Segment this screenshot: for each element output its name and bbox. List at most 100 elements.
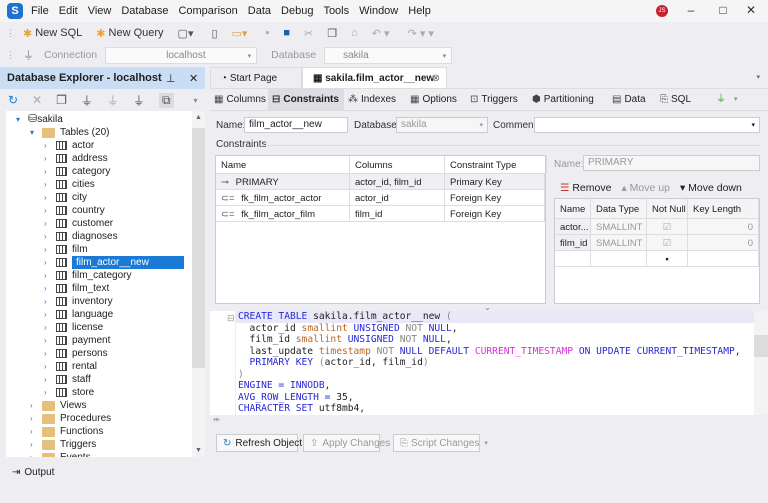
collapsed-arrow-icon[interactable]: › bbox=[44, 165, 56, 178]
key-column-name[interactable]: film_id bbox=[555, 235, 591, 251]
collapsed-arrow-icon[interactable]: › bbox=[30, 438, 42, 451]
tree-table-payment[interactable]: › payment bbox=[44, 334, 110, 347]
constraint-row-name[interactable]: ⊸ PRIMARY bbox=[216, 174, 350, 190]
tree-table-category[interactable]: › category bbox=[44, 165, 110, 178]
constraint-type[interactable]: Foreign Key bbox=[445, 206, 545, 222]
undo-icon[interactable]: ↶ ▾ bbox=[372, 27, 390, 40]
new-sql-button[interactable]: ✱ New SQL bbox=[23, 27, 82, 40]
more-tabs-icon[interactable]: ▾ bbox=[730, 89, 742, 111]
disconnect-icon[interactable]: ⏚ bbox=[133, 92, 145, 109]
new-document-icon[interactable]: ▯ bbox=[211, 27, 217, 40]
tree-table-address[interactable]: › address bbox=[44, 152, 108, 165]
open-icon[interactable]: ▭▾ bbox=[232, 27, 248, 40]
constraint-row-name[interactable]: ⊂= fk_film_actor_actor bbox=[216, 190, 350, 206]
edit-connection-icon[interactable]: ⏚ bbox=[107, 92, 119, 109]
connection-select[interactable]: localhost ▾ bbox=[105, 46, 258, 64]
new-not-null-checkbox[interactable]: ▪ bbox=[647, 251, 688, 267]
tree-folder-triggers[interactable]: › Triggers bbox=[30, 438, 96, 451]
collapsed-arrow-icon[interactable]: › bbox=[44, 373, 56, 386]
key-length[interactable]: 0 bbox=[688, 235, 759, 251]
collapsed-arrow-icon[interactable]: › bbox=[30, 451, 42, 457]
script-dropdown-icon[interactable]: ▾ bbox=[484, 439, 488, 447]
collapsed-arrow-icon[interactable]: › bbox=[44, 178, 56, 191]
tab-options[interactable]: ▦ Options bbox=[406, 89, 466, 111]
tab-film-actor-new[interactable]: ▦ sakila.film_actor__new ⊗ bbox=[302, 67, 447, 89]
collapsed-arrow-icon[interactable]: › bbox=[44, 360, 56, 373]
tab-data[interactable]: ▤ Data bbox=[608, 89, 656, 111]
remove-button[interactable]: ☰ Remove bbox=[560, 182, 611, 194]
new-query-button[interactable]: ✱ New Query bbox=[96, 27, 163, 40]
database-select[interactable]: sakila ▾ bbox=[324, 46, 453, 64]
expanded-arrow-icon[interactable]: ▾ bbox=[30, 126, 42, 139]
new-row-cell[interactable] bbox=[688, 251, 759, 267]
horizontal-scrollbar[interactable]: ⇹ bbox=[210, 415, 754, 427]
collapsed-arrow-icon[interactable]: › bbox=[30, 412, 42, 425]
refresh-icon[interactable]: ↻ bbox=[8, 93, 18, 107]
editor-scrollbar[interactable] bbox=[754, 311, 768, 415]
collapsed-arrow-icon[interactable]: › bbox=[44, 321, 56, 334]
tree-folder-tables[interactable]: ▾ Tables (20) bbox=[30, 126, 109, 139]
collapsed-arrow-icon[interactable]: › bbox=[44, 204, 56, 217]
maximize-button[interactable]: □ bbox=[713, 3, 733, 17]
menu-comparison[interactable]: Comparison bbox=[178, 5, 237, 17]
pin-icon[interactable]: ⊥ bbox=[166, 72, 176, 85]
tree-table-inventory[interactable]: › inventory bbox=[44, 295, 113, 308]
tab-indexes[interactable]: ⁂ Indexes bbox=[344, 89, 406, 111]
collapsed-arrow-icon[interactable]: › bbox=[44, 243, 56, 256]
tree-table-diagnoses[interactable]: › diagnoses bbox=[44, 230, 118, 243]
redo-icon[interactable]: ↷ ▾ ▾ bbox=[408, 27, 434, 40]
tree-table-film_text[interactable]: › film_text bbox=[44, 282, 109, 295]
column-header[interactable]: Name bbox=[555, 199, 591, 219]
collapsed-arrow-icon[interactable]: › bbox=[44, 334, 56, 347]
tree-table-actor[interactable]: › actor bbox=[44, 139, 94, 152]
menu-tools[interactable]: Tools bbox=[323, 5, 349, 17]
user-avatar[interactable]: JS bbox=[656, 5, 668, 17]
editor-scroll-thumb[interactable] bbox=[754, 335, 768, 357]
sql-editor[interactable]: CREATE TABLE sakila.film_actor__new ( ac… bbox=[236, 311, 754, 415]
key-column-name[interactable]: actor... bbox=[555, 219, 591, 235]
fold-icon[interactable]: ⊟ bbox=[227, 313, 235, 324]
constraint-row-name[interactable]: ⊂= fk_film_actor_film bbox=[216, 206, 350, 222]
constraint-type[interactable]: Primary Key bbox=[445, 174, 545, 190]
column-header[interactable]: Name bbox=[216, 156, 350, 174]
refresh-object-button[interactable]: ↻ Refresh Object bbox=[216, 434, 302, 452]
new-row-cell[interactable] bbox=[591, 251, 647, 267]
menu-help[interactable]: Help bbox=[408, 5, 431, 17]
close-tab-icon[interactable]: ⊗ bbox=[432, 73, 440, 84]
collapsed-arrow-icon[interactable]: › bbox=[30, 425, 42, 438]
menu-database[interactable]: Database bbox=[121, 5, 168, 17]
menu-file[interactable]: File bbox=[31, 5, 49, 17]
save-all-icon[interactable]: ■ bbox=[283, 27, 290, 39]
column-header[interactable]: Columns bbox=[350, 156, 445, 174]
save-icon[interactable]: ▪ bbox=[265, 27, 269, 39]
tree-table-customer[interactable]: › customer bbox=[44, 217, 113, 230]
collapsed-arrow-icon[interactable]: › bbox=[44, 139, 56, 152]
toolbar-grip[interactable]: ⋮ bbox=[6, 50, 15, 61]
collapsed-arrow-icon[interactable]: › bbox=[44, 295, 56, 308]
copy-icon[interactable]: ❐ bbox=[327, 27, 337, 40]
database-field-select[interactable]: sakila ▾ bbox=[396, 117, 488, 133]
tree-table-film[interactable]: › film bbox=[44, 243, 88, 256]
close-panel-icon[interactable]: ✕ bbox=[189, 72, 198, 85]
move-down-button[interactable]: ▾ Move down bbox=[680, 182, 742, 194]
tree-table-store[interactable]: › store bbox=[44, 386, 94, 399]
tree-scroll-thumb[interactable] bbox=[192, 128, 205, 368]
tabs-menu-icon[interactable]: ▾ bbox=[756, 73, 760, 81]
tree-table-persons[interactable]: › persons bbox=[44, 347, 108, 360]
apply-changes-button[interactable]: ⇧ Apply Changes bbox=[303, 434, 390, 452]
tree-table-film_category[interactable]: › film_category bbox=[44, 269, 131, 282]
close-window-button[interactable]: ✕ bbox=[741, 3, 761, 17]
tree-folder-events[interactable]: › Events bbox=[30, 451, 91, 457]
constraint-columns[interactable]: actor_id, film_id bbox=[350, 174, 445, 190]
collapsed-arrow-icon[interactable]: › bbox=[44, 347, 56, 360]
tree-table-staff[interactable]: › staff bbox=[44, 373, 91, 386]
new-connection-icon[interactable]: ⏚ bbox=[81, 92, 93, 109]
explorer-menu-icon[interactable]: ▾ bbox=[194, 96, 198, 105]
key-length[interactable]: 0 bbox=[688, 219, 759, 235]
tree-table-cities[interactable]: › cities bbox=[44, 178, 95, 191]
constraint-columns[interactable]: film_id bbox=[350, 206, 445, 222]
comment-input[interactable]: ▾ bbox=[534, 117, 760, 133]
tab-triggers[interactable]: ⊡ Triggers bbox=[466, 89, 528, 111]
collapsed-arrow-icon[interactable]: › bbox=[44, 256, 56, 269]
not-null-checkbox[interactable]: ☑ bbox=[647, 219, 688, 235]
